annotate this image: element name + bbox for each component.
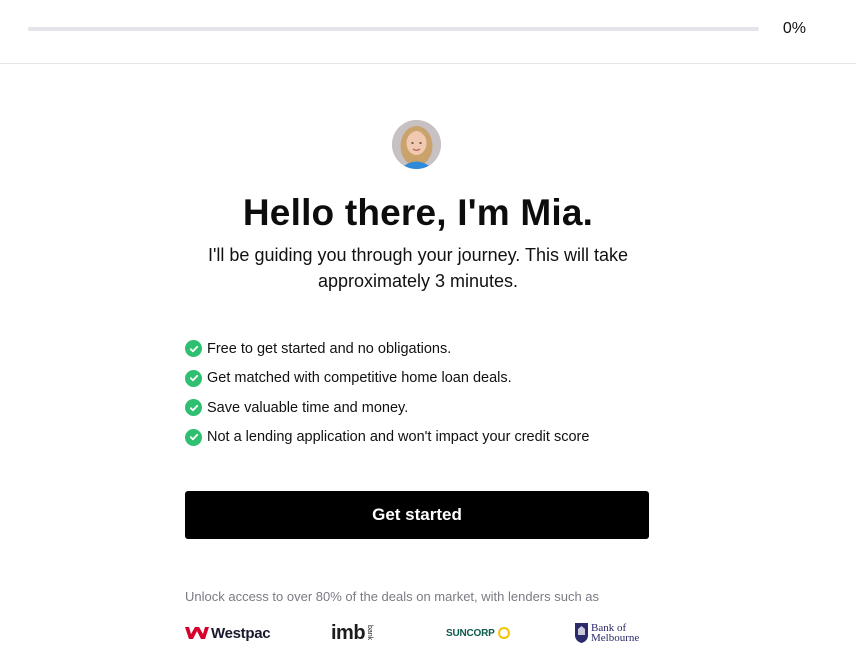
imb-wordmark: imb xyxy=(331,621,366,644)
feature-item: Free to get started and no obligations. xyxy=(185,334,589,364)
westpac-w-icon xyxy=(185,627,209,639)
suncorp-sun-icon xyxy=(497,627,510,639)
page-title: Hello there, I'm Mia. xyxy=(242,192,594,233)
bom-line-2: Melbourne xyxy=(591,632,640,644)
get-started-button[interactable]: Get started xyxy=(185,491,649,539)
avatar-image xyxy=(392,120,441,169)
suncorp-wordmark: SUNCORP xyxy=(446,627,495,639)
feature-item: Not a lending application and won't impa… xyxy=(185,423,589,453)
lenders-note: Unlock access to over 80% of the deals o… xyxy=(185,589,600,604)
feature-label: Free to get started and no obligations. xyxy=(207,340,452,357)
feature-item: Save valuable time and money. xyxy=(185,393,589,423)
bank-of-melbourne-logo: Bank of Melbourne xyxy=(575,618,639,648)
check-circle-icon xyxy=(185,340,202,358)
avatar xyxy=(392,120,441,169)
check-circle-icon xyxy=(185,399,202,417)
feature-list: Free to get started and no obligations. … xyxy=(185,334,589,452)
check-circle-icon xyxy=(185,428,202,446)
check-circle-icon xyxy=(185,369,202,387)
page-subtitle: I'll be guiding you through your journey… xyxy=(207,245,628,291)
header-bar: 0% xyxy=(0,0,856,64)
progress-percent: 0% xyxy=(782,20,806,37)
westpac-logo: Westpac xyxy=(185,618,271,648)
westpac-wordmark: Westpac xyxy=(211,624,271,642)
bank-of-melbourne-wordmark: Bank of Melbourne xyxy=(591,623,640,644)
imb-bank-label: bank xyxy=(366,625,374,641)
feature-label: Get matched with competitive home loan d… xyxy=(207,370,512,387)
imb-logo: imb bank xyxy=(331,618,373,648)
feature-label: Not a lending application and won't impa… xyxy=(207,429,590,446)
feature-item: Get matched with competitive home loan d… xyxy=(185,364,589,394)
suncorp-logo: SUNCORP xyxy=(446,618,511,648)
feature-label: Save valuable time and money. xyxy=(207,399,409,416)
bank-of-melbourne-crest-icon xyxy=(575,623,588,643)
lender-logos: Westpac imb bank SUNCORP Bank of Melbour… xyxy=(185,618,665,648)
progress-bar xyxy=(28,27,759,31)
